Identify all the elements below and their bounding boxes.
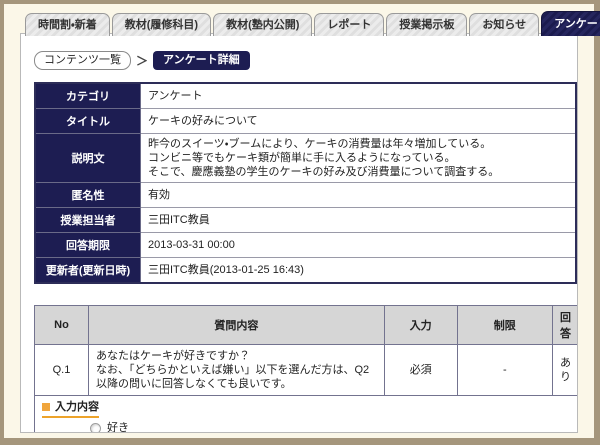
tab-news[interactable]: お知らせ bbox=[469, 13, 539, 36]
detail-value: 有効 bbox=[141, 183, 577, 208]
question-text: あなたはケーキが好きですか？ なお、「どちらかといえば嫌い」以下を選んだ方は、Q… bbox=[88, 345, 384, 396]
detail-label: 授業担当者 bbox=[35, 208, 141, 233]
survey-detail-badge: アンケート詳細 bbox=[153, 51, 250, 70]
detail-value: アンケート bbox=[141, 83, 577, 109]
tab-bar: 時間割・新着 教材(履修科目) 教材(塾内公開) レポート 授業掲示板 お知らせ… bbox=[25, 11, 600, 36]
question-input-flag: 必須 bbox=[384, 345, 457, 396]
tab-materials-registered-courses[interactable]: 教材(履修科目) bbox=[112, 13, 211, 36]
tab-report[interactable]: レポート bbox=[314, 13, 384, 36]
radio-button-icon[interactable] bbox=[90, 423, 101, 433]
content-panel: コンテンツ一覧 ＞ アンケート詳細 カテゴリ アンケート タイトル ケーキの好み… bbox=[20, 33, 578, 433]
detail-row-title: タイトル ケーキの好みについて bbox=[35, 109, 576, 134]
header-answer: 回答 bbox=[553, 306, 579, 345]
detail-value: 2013-03-31 00:00 bbox=[141, 233, 577, 258]
radio-option-like[interactable]: 好き bbox=[90, 422, 571, 433]
detail-value: ケーキの好みについて bbox=[141, 109, 577, 134]
tab-class-board[interactable]: 授業掲示板 bbox=[386, 13, 467, 36]
detail-row-category: カテゴリ アンケート bbox=[35, 83, 576, 109]
orange-square-icon bbox=[42, 403, 50, 411]
survey-detail-table: カテゴリ アンケート タイトル ケーキの好みについて 説明文 昨今のスイーツ・ブ… bbox=[34, 82, 577, 284]
detail-row-description: 説明文 昨今のスイーツ・ブームにより、ケーキの消費量は年々増加している。 コンビ… bbox=[35, 134, 576, 183]
detail-label: 説明文 bbox=[35, 134, 141, 183]
detail-row-anonymity: 匿名性 有効 bbox=[35, 183, 576, 208]
question-answer-flag: あり bbox=[553, 345, 579, 396]
input-content-heading-label: 入力内容 bbox=[55, 400, 99, 414]
tab-survey[interactable]: アンケート bbox=[541, 11, 600, 36]
detail-label: 回答期限 bbox=[35, 233, 141, 258]
detail-value: 三田ITC教員 bbox=[141, 208, 577, 233]
detail-label: 匿名性 bbox=[35, 183, 141, 208]
header-no: No bbox=[35, 306, 89, 345]
tab-timetable-new[interactable]: 時間割・新着 bbox=[25, 13, 110, 36]
input-content-row: 入力内容 好き どちらかといえば好き bbox=[35, 396, 579, 434]
detail-value: 三田ITC教員(2013-01-25 16:43) bbox=[141, 258, 577, 284]
detail-value: 昨今のスイーツ・ブームにより、ケーキの消費量は年々増加している。 コンビニ等でも… bbox=[141, 134, 577, 183]
question-limit: - bbox=[457, 345, 552, 396]
question-table: No 質問内容 入力 制限 回答 Q.1 あなたはケーキが好きですか？ なお、「… bbox=[34, 305, 578, 433]
header-question-content: 質問内容 bbox=[88, 306, 384, 345]
input-content-heading: 入力内容 bbox=[42, 400, 99, 418]
answer-radio-group: 好き どちらかといえば好き どちらでもない bbox=[90, 422, 571, 433]
question-table-header-row: No 質問内容 入力 制限 回答 bbox=[35, 306, 579, 345]
detail-row-deadline: 回答期限 2013-03-31 00:00 bbox=[35, 233, 576, 258]
radio-option-label[interactable]: 好き bbox=[107, 422, 129, 433]
detail-label: カテゴリ bbox=[35, 83, 141, 109]
header-input: 入力 bbox=[384, 306, 457, 345]
header-limit: 制限 bbox=[457, 306, 552, 345]
detail-row-instructor: 授業担当者 三田ITC教員 bbox=[35, 208, 576, 233]
breadcrumb: コンテンツ一覧 ＞ アンケート詳細 bbox=[34, 51, 577, 70]
detail-row-updater: 更新者(更新日時) 三田ITC教員(2013-01-25 16:43) bbox=[35, 258, 576, 284]
input-content-cell: 入力内容 好き どちらかといえば好き bbox=[35, 396, 579, 434]
content-list-button[interactable]: コンテンツ一覧 bbox=[34, 51, 131, 70]
question-no: Q.1 bbox=[35, 345, 89, 396]
detail-label: タイトル bbox=[35, 109, 141, 134]
detail-label: 更新者(更新日時) bbox=[35, 258, 141, 284]
breadcrumb-separator-icon: ＞ bbox=[136, 52, 148, 69]
tab-materials-school-public[interactable]: 教材(塾内公開) bbox=[213, 13, 312, 36]
page-frame: 時間割・新着 教材(履修科目) 教材(塾内公開) レポート 授業掲示板 お知らせ… bbox=[0, 0, 600, 445]
question-row-q1: Q.1 あなたはケーキが好きですか？ なお、「どちらかといえば嫌い」以下を選んだ… bbox=[35, 345, 579, 396]
